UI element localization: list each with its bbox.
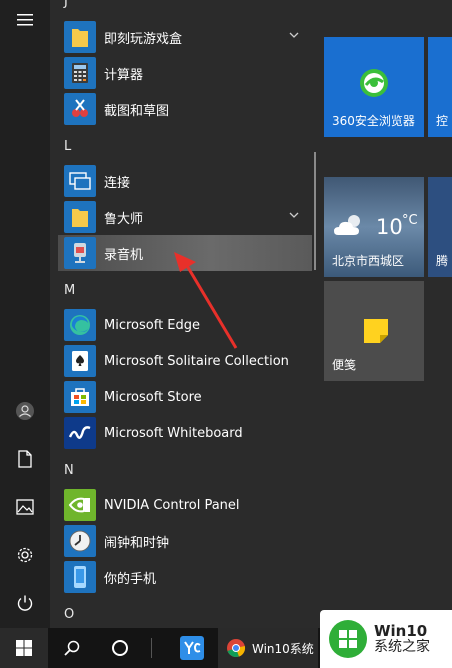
app-list: J 即刻玩游戏盒 计算器 截图和草图 L 连接 鲁大师 录音机 M Micros… <box>50 0 315 628</box>
windows-logo-icon <box>16 640 32 656</box>
tiles-panel: 360安全浏览器 控 10 °C 北京市西城区 腾 便笺 <box>320 0 452 628</box>
app-label: 你的手机 <box>104 571 157 587</box>
tile-label: 360安全浏览器 <box>332 114 415 128</box>
start-button[interactable] <box>0 628 48 668</box>
section-header-m[interactable]: M <box>64 283 75 298</box>
sticky-note-icon <box>364 319 388 343</box>
tile-label: 控 <box>436 114 449 128</box>
edge-icon <box>64 309 96 341</box>
picture-icon <box>16 499 34 515</box>
account-button[interactable] <box>0 391 50 431</box>
site-watermark: Win10 系统之家 <box>320 610 452 668</box>
app-label: 闹钟和时钟 <box>104 535 170 551</box>
power-icon <box>17 595 33 611</box>
connect-icon <box>64 165 96 197</box>
hamburger-icon <box>17 14 33 26</box>
list-item-microsoft-store[interactable]: Microsoft Store <box>58 379 308 415</box>
partly-cloudy-icon <box>334 215 360 235</box>
app-label: 录音机 <box>104 247 144 263</box>
list-item-solitaire[interactable]: Microsoft Solitaire Collection <box>58 343 308 379</box>
spade-card-icon <box>64 345 96 377</box>
app-label: 连接 <box>104 175 131 191</box>
expand-menu-button[interactable] <box>0 0 50 40</box>
app-label: Microsoft Store <box>104 389 202 405</box>
taskbar-divider <box>148 628 154 668</box>
tile-label: 北京市西城区 <box>332 254 405 268</box>
nvidia-icon <box>64 489 96 521</box>
list-item-calculator[interactable]: 计算器 <box>58 55 308 91</box>
watermark-title: Win10 <box>374 622 428 641</box>
phone-icon <box>64 561 96 593</box>
section-header-o[interactable]: O <box>64 607 74 622</box>
app-label: NVIDIA Control Panel <box>104 497 240 513</box>
document-icon <box>18 450 32 468</box>
weather-temperature: 10 <box>376 215 403 239</box>
folder-icon <box>64 201 96 233</box>
calculator-icon <box>64 57 96 89</box>
tile-control-partial[interactable]: 控 <box>428 37 452 137</box>
app-label: 计算器 <box>104 67 144 83</box>
chrome-icon <box>227 639 246 658</box>
list-item-jike-game-box[interactable]: 即刻玩游戏盒 <box>58 19 308 55</box>
taskbar-app-yc[interactable] <box>170 628 214 668</box>
pictures-button[interactable] <box>0 487 50 527</box>
list-item-ludashi[interactable]: 鲁大师 <box>58 199 308 235</box>
section-header-l[interactable]: L <box>64 139 71 154</box>
app-label: Microsoft Whiteboard <box>104 425 243 441</box>
cortana-button[interactable] <box>98 628 142 668</box>
list-item-alarms-clock[interactable]: 闹钟和时钟 <box>58 523 308 559</box>
tile-tencent-partial[interactable]: 腾 <box>428 177 452 277</box>
chevron-down-icon[interactable] <box>288 209 300 221</box>
window-title: Win10系统 <box>252 641 314 656</box>
taskbar-chrome-window[interactable]: Win10系统 <box>218 628 318 668</box>
store-icon <box>64 381 96 413</box>
app-label: 截图和草图 <box>104 103 170 119</box>
tile-360-browser[interactable]: 360安全浏览器 <box>324 37 424 137</box>
cortana-circle-icon <box>112 640 128 656</box>
scrollbar-thumb[interactable] <box>314 152 316 270</box>
start-rail <box>0 0 50 628</box>
folder-icon <box>64 21 96 53</box>
app-label: Microsoft Edge <box>104 317 201 333</box>
section-header-n[interactable]: N <box>64 463 74 478</box>
chevron-down-icon[interactable] <box>288 29 300 41</box>
app-label: 鲁大师 <box>104 211 144 227</box>
section-header-j[interactable]: J <box>64 0 68 9</box>
whiteboard-icon <box>64 417 96 449</box>
search-icon <box>64 640 80 656</box>
list-item-nvidia-control-panel[interactable]: NVIDIA Control Panel <box>58 487 308 523</box>
settings-button[interactable] <box>0 535 50 575</box>
browser-logo-icon <box>360 69 388 97</box>
watermark-logo-icon <box>329 620 367 658</box>
tile-weather[interactable]: 10 °C 北京市西城区 <box>324 177 424 277</box>
microphone-icon <box>64 237 96 269</box>
weather-unit: °C <box>402 213 418 228</box>
list-item-microsoft-whiteboard[interactable]: Microsoft Whiteboard <box>58 415 308 451</box>
tile-label: 腾 <box>436 254 449 268</box>
user-icon <box>16 402 34 420</box>
list-item-your-phone[interactable]: 你的手机 <box>58 559 308 595</box>
documents-button[interactable] <box>0 439 50 479</box>
search-button[interactable] <box>52 628 92 668</box>
tile-sticky-notes[interactable]: 便笺 <box>324 281 424 381</box>
tile-label: 便笺 <box>332 358 357 372</box>
app-yc-icon <box>180 636 204 660</box>
watermark-subtitle: 系统之家 <box>374 638 430 655</box>
list-item-snip-sketch[interactable]: 截图和草图 <box>58 91 308 127</box>
list-item-microsoft-edge[interactable]: Microsoft Edge <box>58 307 308 343</box>
list-item-voice-recorder[interactable]: 录音机 <box>58 235 312 271</box>
app-label: Microsoft Solitaire Collection <box>104 353 289 369</box>
gear-icon <box>17 547 33 563</box>
list-item-connect[interactable]: 连接 <box>58 163 308 199</box>
app-label: 即刻玩游戏盒 <box>104 31 183 47</box>
power-button[interactable] <box>0 583 50 623</box>
taskbar: Win10系统 Win10 系统之家 <box>0 610 452 668</box>
snip-sketch-icon <box>64 93 96 125</box>
clock-icon <box>64 525 96 557</box>
